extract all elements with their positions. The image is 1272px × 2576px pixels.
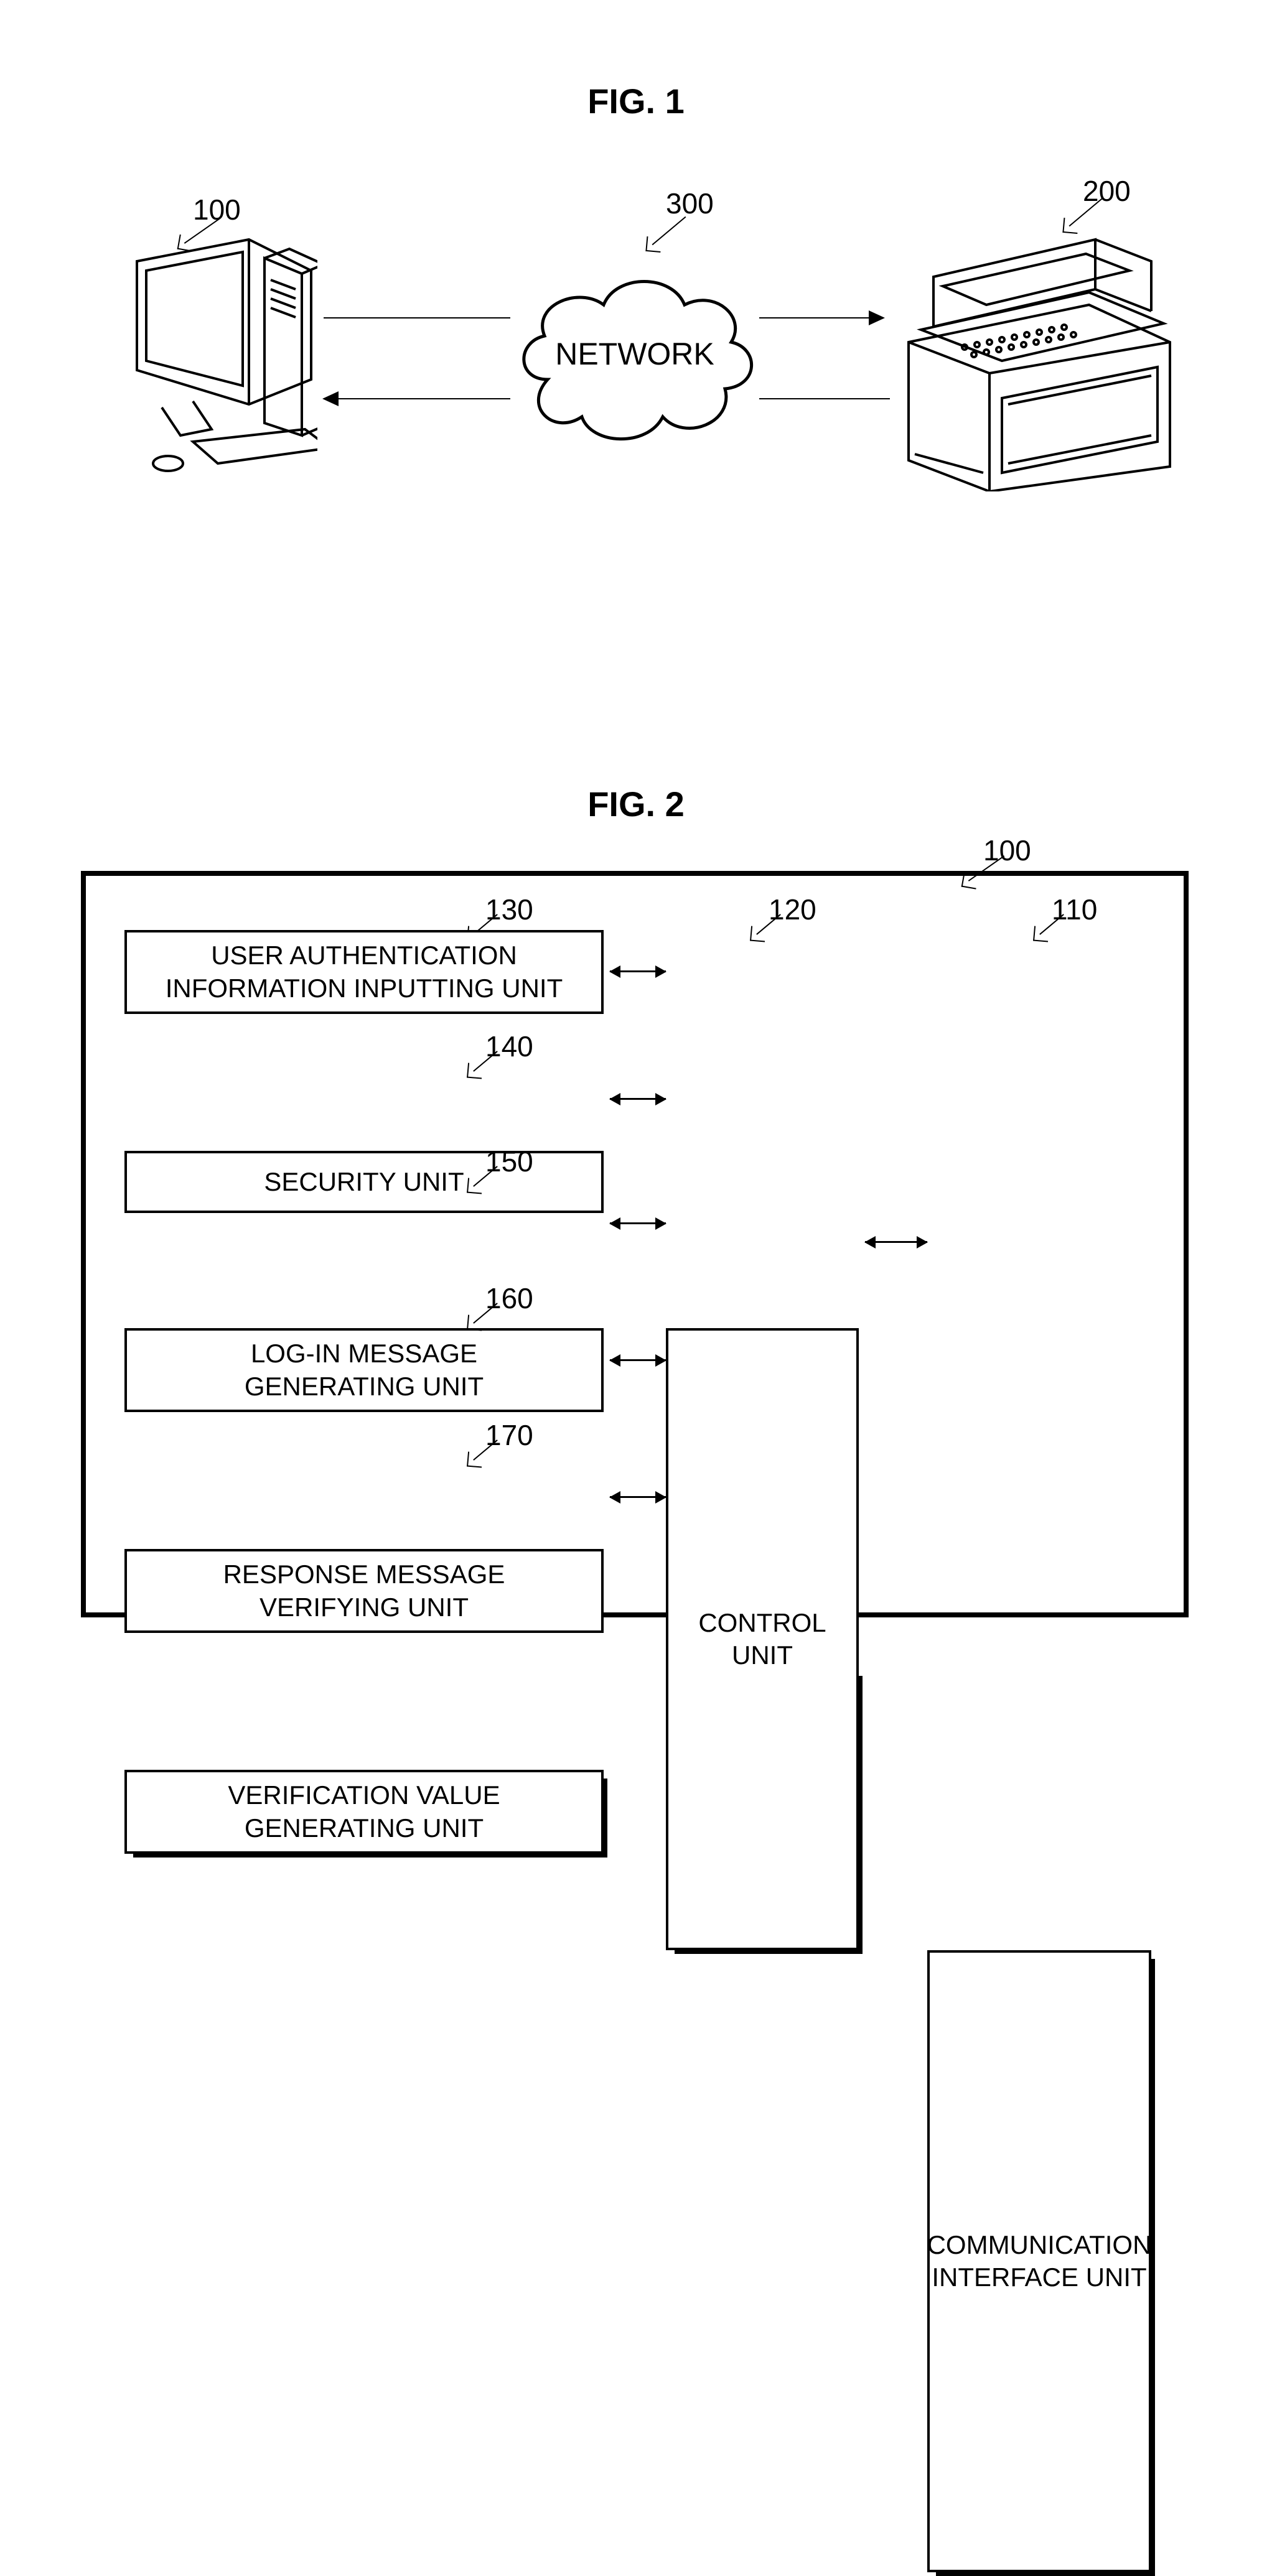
fig2-title: FIG. 2: [0, 784, 1272, 824]
connector: [610, 970, 666, 972]
ref-network: 300: [666, 187, 714, 220]
comm-if-label: COMMUNICATION INTERFACE UNIT: [927, 2229, 1152, 2294]
connector: [610, 1359, 666, 1361]
arrow-from-cloud-left: [324, 398, 510, 399]
ref-resp-verify: 160: [485, 1281, 533, 1315]
ref-auth-input: 130: [485, 893, 533, 926]
connector: [610, 1098, 666, 1100]
security-label: SECURITY UNIT: [264, 1166, 464, 1199]
login-msg-unit: LOG-IN MESSAGE GENERATING UNIT: [124, 1328, 604, 1412]
ref-security: 140: [485, 1030, 533, 1063]
ref-ver-val: 170: [485, 1418, 533, 1452]
login-msg-label: LOG-IN MESSAGE GENERATING UNIT: [245, 1337, 484, 1403]
ref-printer: 200: [1083, 174, 1131, 208]
page: FIG. 1 100 300 200: [0, 0, 1272, 1676]
ref-control: 120: [769, 893, 816, 926]
figure-1: 100 300 200: [87, 193, 1189, 541]
control-unit: CONTROL UNIT: [666, 1328, 859, 1950]
ver-val-label: VERIFICATION VALUE GENERATING UNIT: [228, 1779, 500, 1844]
figure-2: 100 130 USER AUTHENTICATION INFORMATION …: [81, 871, 1189, 1617]
comm-if-unit: COMMUNICATION INTERFACE UNIT: [927, 1950, 1151, 2572]
arrow-to-cloud-right: [324, 317, 510, 319]
ref-host: 100: [193, 193, 241, 226]
arrow-from-cloud-right: [759, 317, 884, 319]
computer-icon: [124, 236, 317, 473]
connector: [610, 1496, 666, 1498]
ref-comm-if: 110: [1052, 893, 1097, 926]
connector: [865, 1241, 927, 1243]
network-label: NETWORK: [510, 336, 759, 372]
resp-verify-label: RESPONSE MESSAGE VERIFYING UNIT: [223, 1558, 505, 1624]
auth-input-unit: USER AUTHENTICATION INFORMATION INPUTTIN…: [124, 930, 604, 1014]
ver-val-unit: VERIFICATION VALUE GENERATING UNIT: [124, 1770, 604, 1854]
printer-icon: [884, 218, 1182, 491]
ref-host-2: 100: [983, 834, 1031, 867]
auth-input-label: USER AUTHENTICATION INFORMATION INPUTTIN…: [166, 939, 563, 1005]
fig1-title: FIG. 1: [0, 81, 1272, 121]
connector: [610, 1222, 666, 1224]
resp-verify-unit: RESPONSE MESSAGE VERIFYING UNIT: [124, 1549, 604, 1633]
control-label: CONTROL UNIT: [698, 1607, 826, 1672]
ref-login-msg: 150: [485, 1145, 533, 1178]
arrow-to-cloud-left: [759, 398, 890, 399]
